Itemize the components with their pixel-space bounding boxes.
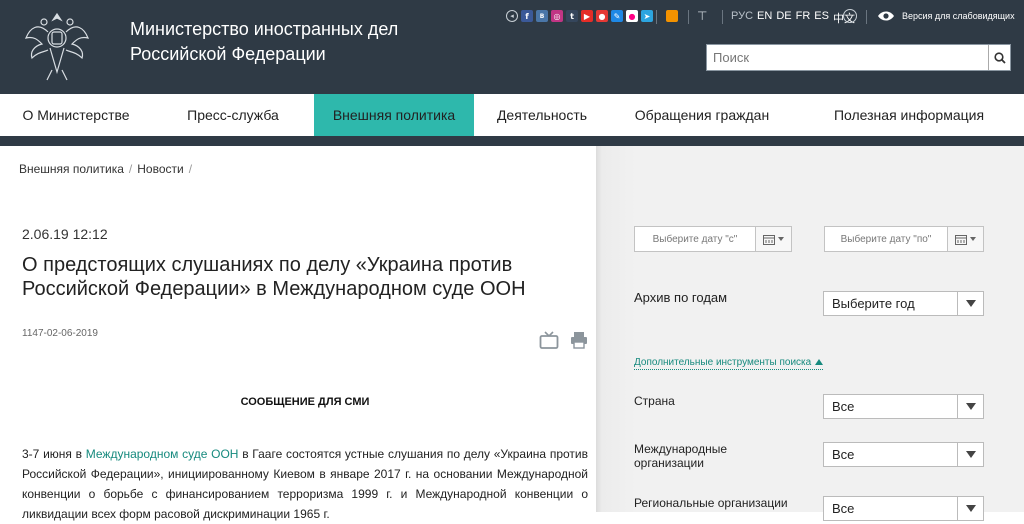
chevron-down-icon — [957, 443, 983, 466]
search-sidebar: Выберите дату "с" Выберите дату "по" Арх… — [596, 146, 1024, 521]
vk-icon[interactable]: B — [536, 10, 548, 22]
press-release-label: СООБЩЕНИЕ ДЛЯ СМИ — [240, 396, 370, 408]
rss-icon[interactable] — [666, 10, 678, 22]
search-input[interactable] — [707, 45, 989, 70]
lang-de[interactable]: DE — [776, 10, 791, 26]
lang-es[interactable]: ES — [814, 10, 829, 26]
document-number: 1147-02-06-2019 — [22, 328, 98, 339]
country-select[interactable]: Все — [823, 394, 984, 419]
icj-link[interactable]: Международном суде ООН — [86, 447, 239, 461]
site-header: Министерство иностранных дел Российской … — [0, 0, 1024, 94]
nav-item-foreign-policy[interactable]: Внешняя политика — [314, 94, 474, 136]
chevron-up-icon — [815, 359, 824, 366]
advanced-search-tools-link[interactable]: Дополнительные инструменты поиска — [634, 357, 824, 370]
nav-item-citizens-appeals[interactable]: Обращения граждан — [610, 94, 794, 136]
facebook-icon[interactable]: f — [521, 10, 533, 22]
calendar-icon[interactable] — [947, 227, 983, 251]
globe-icon[interactable] — [843, 9, 857, 23]
sitemap-icon[interactable]: ⊤ — [697, 9, 707, 23]
breadcrumb-foreign-policy[interactable]: Внешняя политика — [19, 162, 124, 176]
divider — [688, 10, 689, 24]
search-box — [706, 44, 1011, 71]
article-headline: О предстоящих слушаниях по делу «Украина… — [22, 254, 526, 300]
date-to-picker[interactable]: Выберите дату "по" — [824, 226, 984, 252]
advanced-search-tools-label: Дополнительные инструменты поиска — [634, 357, 812, 368]
main-navigation: О Министерстве Пресс-служба Внешняя поли… — [0, 94, 1024, 136]
site-title-line2: Российской Федерации — [130, 44, 326, 64]
nav-item-press[interactable]: Пресс-служба — [152, 94, 314, 136]
regional-org-label: Региональные организации — [634, 496, 788, 510]
nav-underline — [0, 136, 1024, 146]
tumblr-icon[interactable]: t — [566, 10, 578, 22]
site-title[interactable]: Министерство иностранных дел Российской … — [130, 17, 450, 67]
intl-org-label: Международные организации — [634, 442, 728, 470]
livejournal-icon[interactable]: ✎ — [611, 10, 623, 22]
maps-icon[interactable]: ● — [596, 10, 608, 22]
breadcrumb-news[interactable]: Новости — [137, 162, 183, 176]
social-links: ◂ f B ◎ t ▶ ● ✎ ● ➤ — [506, 10, 653, 22]
year-select-value: Выберите год — [832, 296, 915, 311]
eye-icon[interactable] — [877, 11, 895, 21]
article-body-prefix: 3-7 июня в — [22, 447, 86, 461]
youtube-icon[interactable]: ▶ — [581, 10, 593, 22]
archive-label: Архив по годам — [634, 290, 728, 305]
lang-en[interactable]: EN — [757, 10, 772, 26]
year-select[interactable]: Выберите год — [823, 291, 984, 316]
chevron-down-icon — [957, 292, 983, 315]
nav-item-useful-info[interactable]: Полезная информация — [794, 94, 1024, 136]
date-from-placeholder: Выберите дату "с" — [652, 233, 738, 245]
date-to-placeholder: Выберите дату "по" — [840, 233, 932, 245]
instagram-icon[interactable]: ◎ — [551, 10, 563, 22]
search-icon — [993, 51, 1006, 64]
impaired-version-link[interactable]: Версия для слабовидящих — [902, 11, 1015, 21]
regional-org-select[interactable]: Все — [823, 496, 984, 521]
intl-org-select[interactable]: Все — [823, 442, 984, 467]
divider — [866, 10, 867, 24]
nav-item-activity[interactable]: Деятельность — [474, 94, 610, 136]
site-title-line1: Министерство иностранных дел — [130, 19, 399, 39]
intl-org-select-value: Все — [832, 447, 855, 462]
breadcrumb-separator: / — [128, 162, 133, 176]
chevron-down-icon — [957, 395, 983, 418]
breadcrumb: Внешняя политика / Новости / — [19, 162, 192, 176]
regional-org-select-value: Все — [832, 501, 855, 516]
chevron-down-icon — [957, 497, 983, 520]
lang-ru[interactable]: РУС — [731, 10, 753, 26]
article-date: 2.06.19 12:12 — [22, 226, 108, 242]
flickr-icon[interactable]: ● — [626, 10, 638, 22]
calendar-icon[interactable] — [755, 227, 791, 251]
nav-item-ministry[interactable]: О Министерстве — [0, 94, 152, 136]
breadcrumb-separator: / — [188, 162, 193, 176]
share-icon[interactable]: ◂ — [506, 10, 518, 22]
divider — [656, 10, 657, 24]
language-switcher: РУС EN DE FR ES 中文 — [731, 10, 855, 26]
country-select-value: Все — [832, 399, 855, 414]
country-label: Страна — [634, 394, 675, 408]
telegram-icon[interactable]: ➤ — [641, 10, 653, 22]
search-button[interactable] — [988, 45, 1010, 70]
article-body: 3-7 июня в Международном суде ООН в Гааг… — [22, 444, 588, 524]
lang-fr[interactable]: FR — [796, 10, 811, 26]
print-icon[interactable] — [570, 331, 588, 349]
tv-icon[interactable] — [539, 331, 559, 349]
divider — [722, 10, 723, 24]
coat-of-arms-logo[interactable] — [22, 8, 92, 82]
date-from-picker[interactable]: Выберите дату "с" — [634, 226, 792, 252]
